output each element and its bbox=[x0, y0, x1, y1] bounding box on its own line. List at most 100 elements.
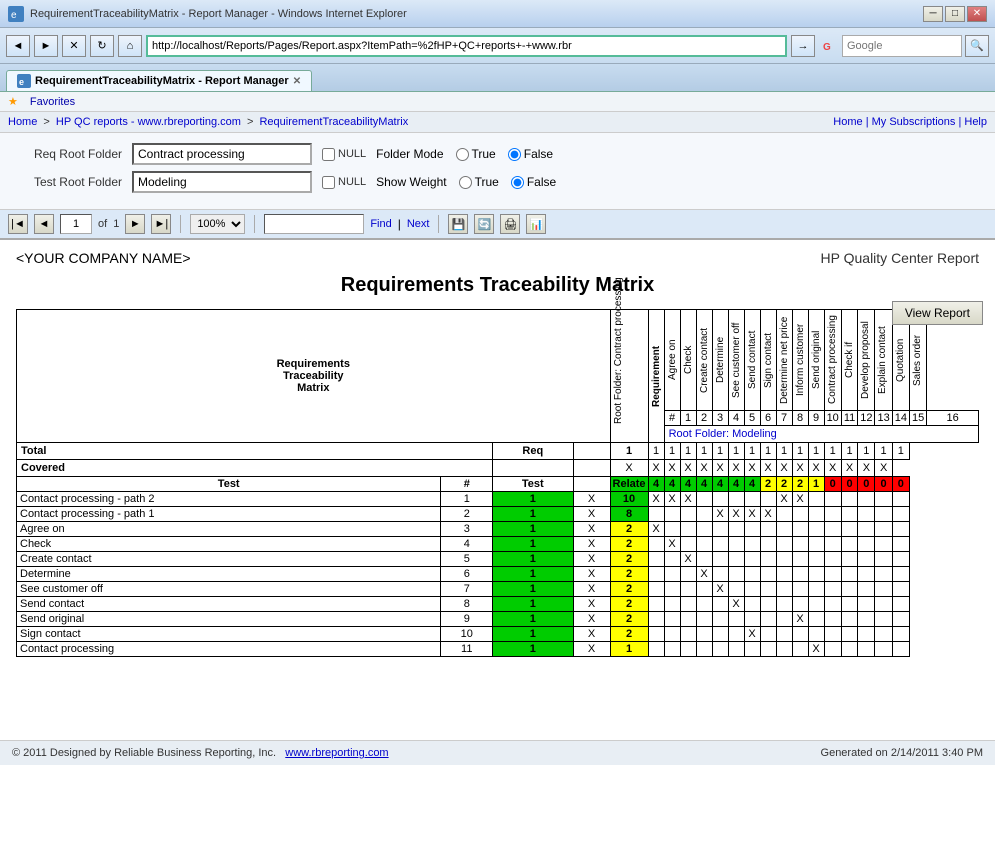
refresh-icon[interactable]: 🔄 bbox=[474, 214, 494, 234]
export-icon[interactable]: 💾 bbox=[448, 214, 468, 234]
next-page-button[interactable]: ► bbox=[125, 214, 145, 234]
test-relate-10: 2 bbox=[610, 627, 648, 642]
show-weight-true-label[interactable]: True bbox=[459, 175, 499, 189]
show-weight-false-radio[interactable] bbox=[511, 176, 524, 189]
refresh-button[interactable]: ↻ bbox=[90, 35, 114, 57]
test-name-6: Determine bbox=[17, 567, 441, 582]
test-root-input[interactable] bbox=[132, 171, 312, 193]
page-footer: © 2011 Designed by Reliable Business Rep… bbox=[0, 740, 995, 765]
t11c13 bbox=[841, 642, 857, 657]
t6c4: X bbox=[696, 567, 712, 582]
tab-label: RequirementTraceabilityMatrix - Report M… bbox=[35, 75, 289, 87]
test-name-3: Agree on bbox=[17, 522, 441, 537]
test-total-1: 1 bbox=[493, 492, 573, 507]
zoom-select[interactable]: 100% 75% 50% 150% bbox=[190, 214, 245, 234]
folder-mode-true-label[interactable]: True bbox=[456, 147, 496, 161]
folder-mode-false-radio[interactable] bbox=[508, 148, 521, 161]
total-c5: 1 bbox=[712, 443, 728, 460]
t11c2 bbox=[664, 642, 680, 657]
t4c3 bbox=[680, 537, 696, 552]
tab-close-button[interactable]: ✕ bbox=[293, 76, 301, 87]
test-null-checkbox[interactable] bbox=[322, 176, 335, 189]
breadcrumb-home-right[interactable]: Home bbox=[833, 116, 862, 128]
find-label: Find bbox=[370, 218, 391, 230]
google-search-input[interactable] bbox=[842, 35, 962, 57]
breadcrumb-right: Home | My Subscriptions | Help bbox=[833, 116, 987, 128]
t10c10 bbox=[792, 627, 808, 642]
folder-mode-group: Folder Mode True False bbox=[376, 147, 553, 161]
test-row-8: Send contact 8 1 X 2 X bbox=[17, 597, 979, 612]
show-weight-false-label[interactable]: False bbox=[511, 175, 556, 189]
breadcrumb-home[interactable]: Home bbox=[8, 116, 37, 128]
relate-c3: 4 bbox=[680, 477, 696, 492]
page-number-input[interactable] bbox=[60, 214, 92, 234]
show-weight-true-radio[interactable] bbox=[459, 176, 472, 189]
total-req-value: 1 bbox=[610, 443, 648, 460]
breadcrumb-help[interactable]: Help bbox=[964, 116, 987, 128]
test-relate-4: 2 bbox=[610, 537, 648, 552]
minimize-button[interactable]: ─ bbox=[923, 6, 943, 22]
print-icon[interactable]: 🖨 bbox=[500, 214, 520, 234]
t4c11 bbox=[808, 537, 824, 552]
t5c12 bbox=[824, 552, 841, 567]
last-page-button[interactable]: ►| bbox=[151, 214, 171, 234]
t2c7: X bbox=[744, 507, 760, 522]
t4c4 bbox=[696, 537, 712, 552]
forward-button[interactable]: ► bbox=[34, 35, 58, 57]
t7c12 bbox=[824, 582, 841, 597]
browser-title-bar: e RequirementTraceabilityMatrix - Report… bbox=[0, 0, 995, 28]
find-next-button[interactable]: Next bbox=[407, 218, 430, 230]
folder-mode-false-label[interactable]: False bbox=[508, 147, 553, 161]
col-3: 3 bbox=[712, 411, 728, 426]
t2c5: X bbox=[712, 507, 728, 522]
prev-page-button[interactable]: ◄ bbox=[34, 214, 54, 234]
data-icon[interactable]: 📊 bbox=[526, 214, 546, 234]
send-contact-vertical-cell: Send contact bbox=[744, 310, 760, 411]
col-13: 13 bbox=[875, 411, 892, 426]
back-button[interactable]: ◄ bbox=[6, 35, 30, 57]
t7c5: X bbox=[712, 582, 728, 597]
col-5: 5 bbox=[744, 411, 760, 426]
test-row-4: Check 4 1 X 2 X bbox=[17, 537, 979, 552]
t5c1 bbox=[648, 552, 664, 567]
google-search-button[interactable]: 🔍 bbox=[965, 35, 989, 57]
breadcrumb-hpqc[interactable]: HP QC reports - www.rbreporting.com bbox=[56, 116, 241, 128]
test-x-6: X bbox=[573, 567, 610, 582]
t9c10: X bbox=[792, 612, 808, 627]
t5c8 bbox=[760, 552, 776, 567]
show-weight-label: Show Weight bbox=[376, 175, 446, 189]
test-col-header: Test bbox=[493, 477, 573, 492]
maximize-button[interactable]: □ bbox=[945, 6, 965, 22]
t5c4 bbox=[696, 552, 712, 567]
go-button[interactable]: → bbox=[791, 35, 815, 57]
close-button[interactable]: ✕ bbox=[967, 6, 987, 22]
home-button[interactable]: ⌂ bbox=[118, 35, 142, 57]
folder-mode-true-radio[interactable] bbox=[456, 148, 469, 161]
t8c10 bbox=[792, 597, 808, 612]
tab-favicon: e bbox=[17, 74, 31, 88]
find-input[interactable] bbox=[264, 214, 364, 234]
req-null-checkbox[interactable] bbox=[322, 148, 335, 161]
contract-processing-vertical-cell: Contract processing bbox=[824, 310, 841, 411]
footer-link[interactable]: www.rbreporting.com bbox=[285, 747, 388, 759]
breadcrumb-matrix[interactable]: RequirementTraceabilityMatrix bbox=[259, 116, 408, 128]
first-page-button[interactable]: |◄ bbox=[8, 214, 28, 234]
breadcrumb-subscriptions[interactable]: My Subscriptions bbox=[872, 116, 956, 128]
req-root-input[interactable] bbox=[132, 143, 312, 165]
t9c13 bbox=[841, 612, 857, 627]
col-hash: # bbox=[664, 411, 680, 426]
stop-button[interactable]: ✕ bbox=[62, 35, 86, 57]
active-tab[interactable]: e RequirementTraceabilityMatrix - Report… bbox=[6, 70, 312, 91]
of-label: of bbox=[98, 218, 107, 230]
t3c16 bbox=[892, 522, 909, 537]
covered-c9: X bbox=[760, 460, 776, 477]
matrix-label-cell: RequirementsTraceabilityMatrix bbox=[17, 310, 611, 443]
t9c8 bbox=[760, 612, 776, 627]
address-input[interactable] bbox=[146, 35, 787, 57]
test-relate-11: 1 bbox=[610, 642, 648, 657]
test-relate-2: 8 bbox=[610, 507, 648, 522]
t7c2 bbox=[664, 582, 680, 597]
total-c9: 1 bbox=[776, 443, 792, 460]
t8c8 bbox=[760, 597, 776, 612]
relate-c9: 2 bbox=[776, 477, 792, 492]
